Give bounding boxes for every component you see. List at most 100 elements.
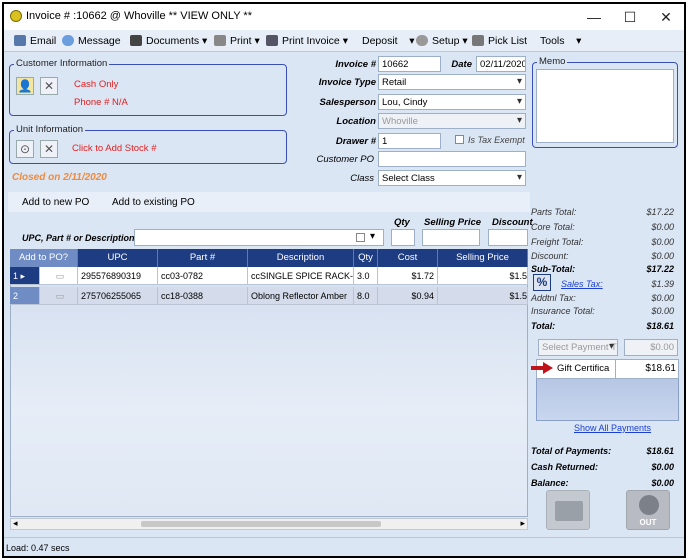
location-label: Location (336, 116, 376, 127)
upc-search-input[interactable] (134, 229, 384, 246)
class-select[interactable]: Select Class (378, 170, 526, 186)
parts-total-label: Parts Total: (531, 207, 577, 217)
tax-exempt-label: Is Tax Exempt (468, 135, 525, 145)
cash-drawer-icon (555, 501, 583, 521)
unit-lookup-icon[interactable]: ⊙ (16, 140, 34, 158)
cell-cost[interactable]: $1.72 (378, 267, 438, 285)
cell-selling-price[interactable]: $1.5 (438, 287, 528, 305)
qty-entry-input[interactable] (391, 229, 415, 246)
memo-textarea[interactable] (536, 69, 674, 143)
cell-part[interactable]: cc18-0388 (158, 287, 248, 305)
setup-menu[interactable]: Setup ▾ (416, 34, 468, 48)
close-button[interactable]: ✕ (648, 4, 684, 30)
invoice-type-select[interactable]: Retail (378, 74, 526, 90)
arrow-right-icon (531, 362, 553, 374)
tax-exempt-checkbox[interactable] (455, 135, 464, 144)
sales-tax-value: $1.39 (651, 279, 674, 289)
salesperson-select[interactable]: Lou, Cindy (378, 94, 526, 110)
closed-on-text: Closed on 2/11/2020 (12, 172, 107, 183)
add-to-existing-po-button[interactable]: Add to existing PO (112, 197, 195, 208)
cell-upc[interactable]: 295576890319 (78, 267, 158, 285)
print-menu[interactable]: Print ▾ (214, 34, 260, 48)
cell-description[interactable]: Oblong Reflector Amber (248, 287, 354, 305)
header-qty[interactable]: Qty (354, 249, 378, 267)
email-button[interactable]: Email (14, 34, 56, 48)
add-stock-link[interactable]: Click to Add Stock # (72, 143, 156, 154)
print-invoice-menu[interactable]: Print Invoice ▾ (266, 34, 348, 48)
price-entry-label: Selling Price (424, 217, 482, 228)
maximize-button[interactable]: ☐ (612, 4, 648, 30)
show-all-payments-link[interactable]: Show All Payments (574, 423, 651, 433)
customer-lookup-icon[interactable]: 👤 (16, 77, 34, 95)
checkout-button[interactable]: OUT (626, 490, 670, 530)
clear-customer-icon[interactable]: ✕ (40, 77, 58, 95)
scrollbar-thumb[interactable] (141, 521, 381, 527)
payment-amount-input[interactable]: $0.00 (624, 339, 678, 356)
cash-returned-label: Cash Returned: (531, 462, 599, 472)
total-value: $18.61 (646, 321, 674, 331)
percent-icon[interactable]: % (533, 274, 551, 291)
search-dropdown-icon[interactable]: ▾ (370, 231, 375, 242)
customer-po-field[interactable] (378, 151, 526, 167)
sales-tax-link[interactable]: Sales Tax: (561, 279, 603, 289)
email-label: Email (30, 35, 57, 47)
add-to-po-checkbox[interactable]: ▭ (40, 267, 78, 285)
row-indicator[interactable]: 2 (10, 287, 40, 305)
tools-label: Tools (540, 35, 565, 47)
date-label: Date (451, 59, 472, 70)
scroll-right-icon[interactable]: ▸ (520, 518, 525, 529)
printer-icon (214, 35, 226, 46)
subtotal-label: Sub-Total: (531, 264, 576, 274)
location-select[interactable]: Whoville (378, 113, 526, 129)
clear-unit-icon[interactable]: ✕ (40, 140, 58, 158)
status-text: Load: 0.47 secs (6, 543, 70, 553)
customer-info-panel: Customer Information 👤 ✕ Cash Only Phone… (9, 58, 287, 116)
customer-info-legend: Customer Information (14, 58, 110, 69)
documents-menu[interactable]: Documents ▾ (130, 34, 207, 48)
print-invoice-label: Print Invoice (282, 35, 340, 47)
cell-upc[interactable]: 275706255065 (78, 287, 158, 305)
header-add-to-po[interactable]: Add to PO? (10, 249, 78, 267)
pick-list-button[interactable]: Pick List (472, 34, 527, 48)
total-label: Total: (531, 321, 556, 331)
toolbar: Email Message Documents ▾ Print ▾ Print … (4, 30, 684, 52)
cell-qty[interactable]: 8.0 (354, 287, 378, 305)
upc-search-label: UPC, Part # or Description (22, 233, 135, 243)
message-button[interactable]: Message (62, 34, 121, 48)
header-upc[interactable]: UPC (78, 249, 158, 267)
price-entry-input[interactable] (422, 229, 480, 246)
documents-label: Documents (146, 35, 200, 47)
minimize-button[interactable]: — (576, 4, 612, 30)
window-title: Invoice # :10662 @ Whoville ** VIEW ONLY… (26, 10, 252, 22)
header-description[interactable]: Description (248, 249, 354, 267)
parts-total-value: $17.22 (646, 207, 674, 217)
header-cost[interactable]: Cost (378, 249, 438, 267)
core-total-value: $0.00 (651, 222, 674, 232)
tools-menu[interactable]: Tools ▾ (540, 34, 581, 48)
cell-qty[interactable]: 3.0 (354, 267, 378, 285)
invoice-number-field[interactable]: 10662 (378, 56, 441, 72)
add-to-new-po-button[interactable]: Add to new PO (22, 197, 89, 208)
title-bar[interactable]: Invoice # :10662 @ Whoville ** VIEW ONLY… (4, 4, 684, 30)
add-to-po-checkbox[interactable]: ▭ (40, 287, 78, 305)
payment-type-select[interactable]: Select Payment T (538, 339, 618, 356)
core-total-label: Core Total: (531, 222, 575, 232)
search-option-checkbox[interactable] (356, 233, 365, 242)
cell-description[interactable]: ccSINGLE SPICE RACK-W (248, 267, 354, 285)
scroll-left-icon[interactable]: ◂ (13, 518, 18, 529)
cell-cost[interactable]: $0.94 (378, 287, 438, 305)
person-icon (639, 495, 659, 515)
cell-part[interactable]: cc03-0782 (158, 267, 248, 285)
header-selling-price[interactable]: Selling Price (438, 249, 528, 267)
cell-selling-price[interactable]: $1.5 (438, 267, 528, 285)
deposit-menu[interactable]: Deposit ▾ (362, 34, 415, 48)
memo-legend: Memo (537, 56, 568, 67)
date-field[interactable]: 02/11/2020 (476, 56, 526, 72)
drawer-field[interactable]: 1 (378, 133, 441, 149)
discount-entry-input[interactable] (488, 229, 528, 246)
row-indicator[interactable]: 1 ▸ (10, 267, 40, 285)
horizontal-scrollbar[interactable]: ◂ ▸ (10, 518, 528, 530)
addtl-tax-value: $0.00 (651, 293, 674, 303)
header-part[interactable]: Part # (158, 249, 248, 267)
cash-drawer-button[interactable] (546, 490, 590, 530)
